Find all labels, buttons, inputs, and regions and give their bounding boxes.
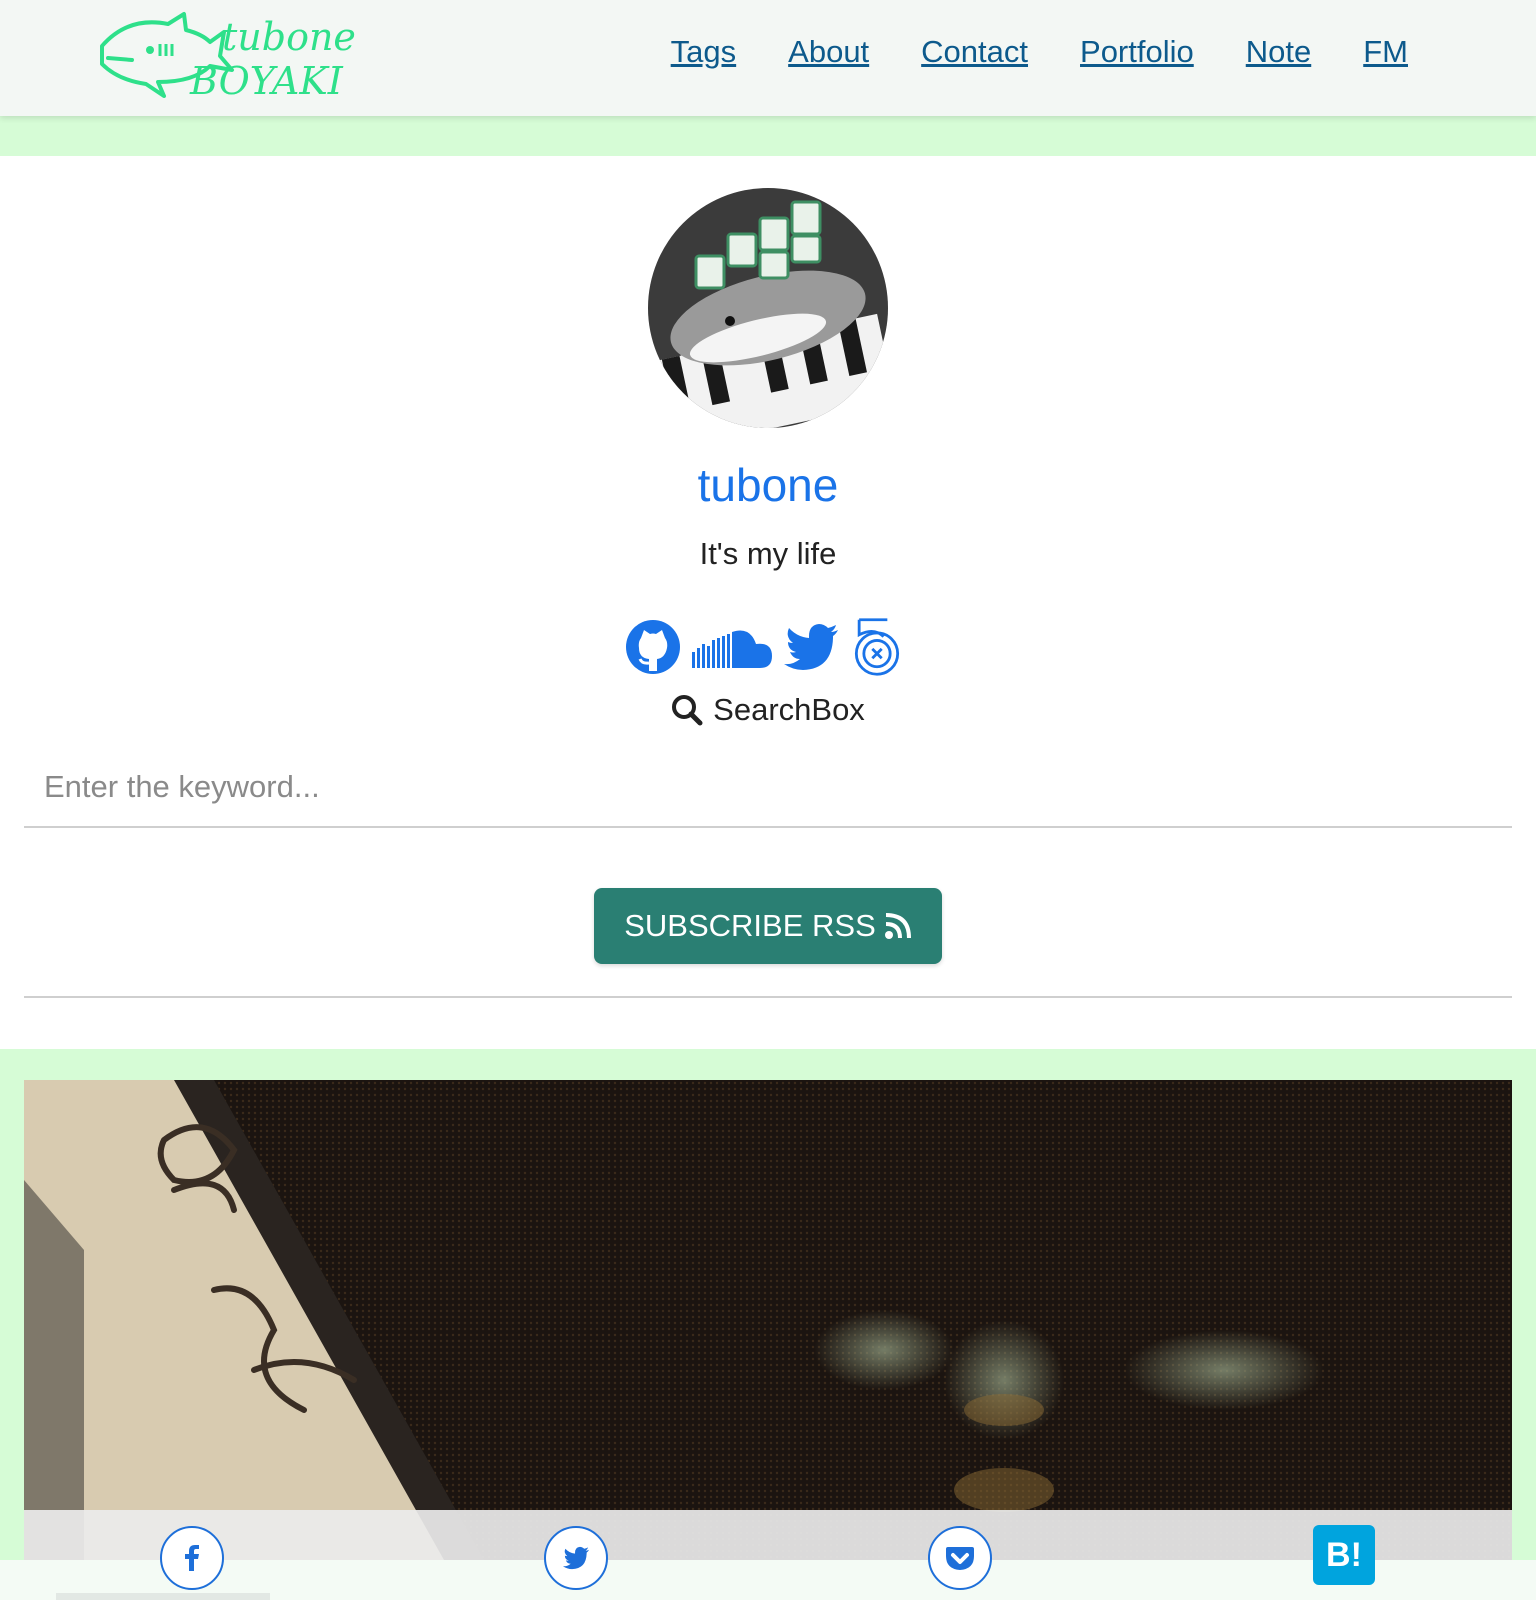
nav-fm[interactable]: FM [1363,34,1408,70]
search-label: SearchBox [0,692,1536,728]
search-label-text: SearchBox [713,692,865,727]
soundcloud-icon[interactable] [690,616,774,678]
article-hero-image[interactable] [24,1080,1512,1560]
hatena-bookmark-icon: B! [1326,1535,1362,1574]
profile-card: tubone It's my life SearchBox Enter the … [0,156,1536,1049]
share-hatena-button[interactable]: B! [1313,1525,1375,1585]
rss-button-label: SUBSCRIBE RSS [624,908,876,943]
bottom-tab [56,1593,270,1600]
profile-name[interactable]: tubone [0,458,1536,512]
github-icon[interactable] [624,616,682,678]
nav-contact[interactable]: Contact [921,34,1028,70]
pocket-icon [946,1547,974,1570]
site-header: tubone BOYAKI Tags About Contact Portfol… [0,0,1536,116]
rss-icon [884,913,911,939]
nav-tags[interactable]: Tags [671,34,736,70]
share-twitter-button[interactable] [544,1526,608,1590]
logo-text-bottom: BOYAKI [189,59,344,102]
logo-text-top: tubone [222,15,356,59]
search-input[interactable] [24,748,1512,828]
nav-note[interactable]: Note [1246,34,1311,70]
subscribe-rss-button[interactable]: SUBSCRIBE RSS [594,888,942,964]
site-logo[interactable]: tubone BOYAKI [98,10,368,102]
nav-about[interactable]: About [788,34,869,70]
main-nav: Tags About Contact Portfolio Note FM [671,34,1408,70]
section-divider [24,996,1512,998]
social-links [624,614,906,680]
profile-tagline: It's my life [699,536,837,571]
share-facebook-button[interactable] [160,1526,224,1590]
search-icon [672,695,703,726]
facebook-icon [185,1545,199,1571]
500px-icon[interactable] [848,616,906,678]
twitter-icon [562,1546,590,1570]
nav-portfolio[interactable]: Portfolio [1080,34,1194,70]
twitter-icon[interactable] [782,616,840,678]
avatar [648,188,888,428]
share-bar [24,1510,1512,1560]
share-pocket-button[interactable] [928,1526,992,1590]
